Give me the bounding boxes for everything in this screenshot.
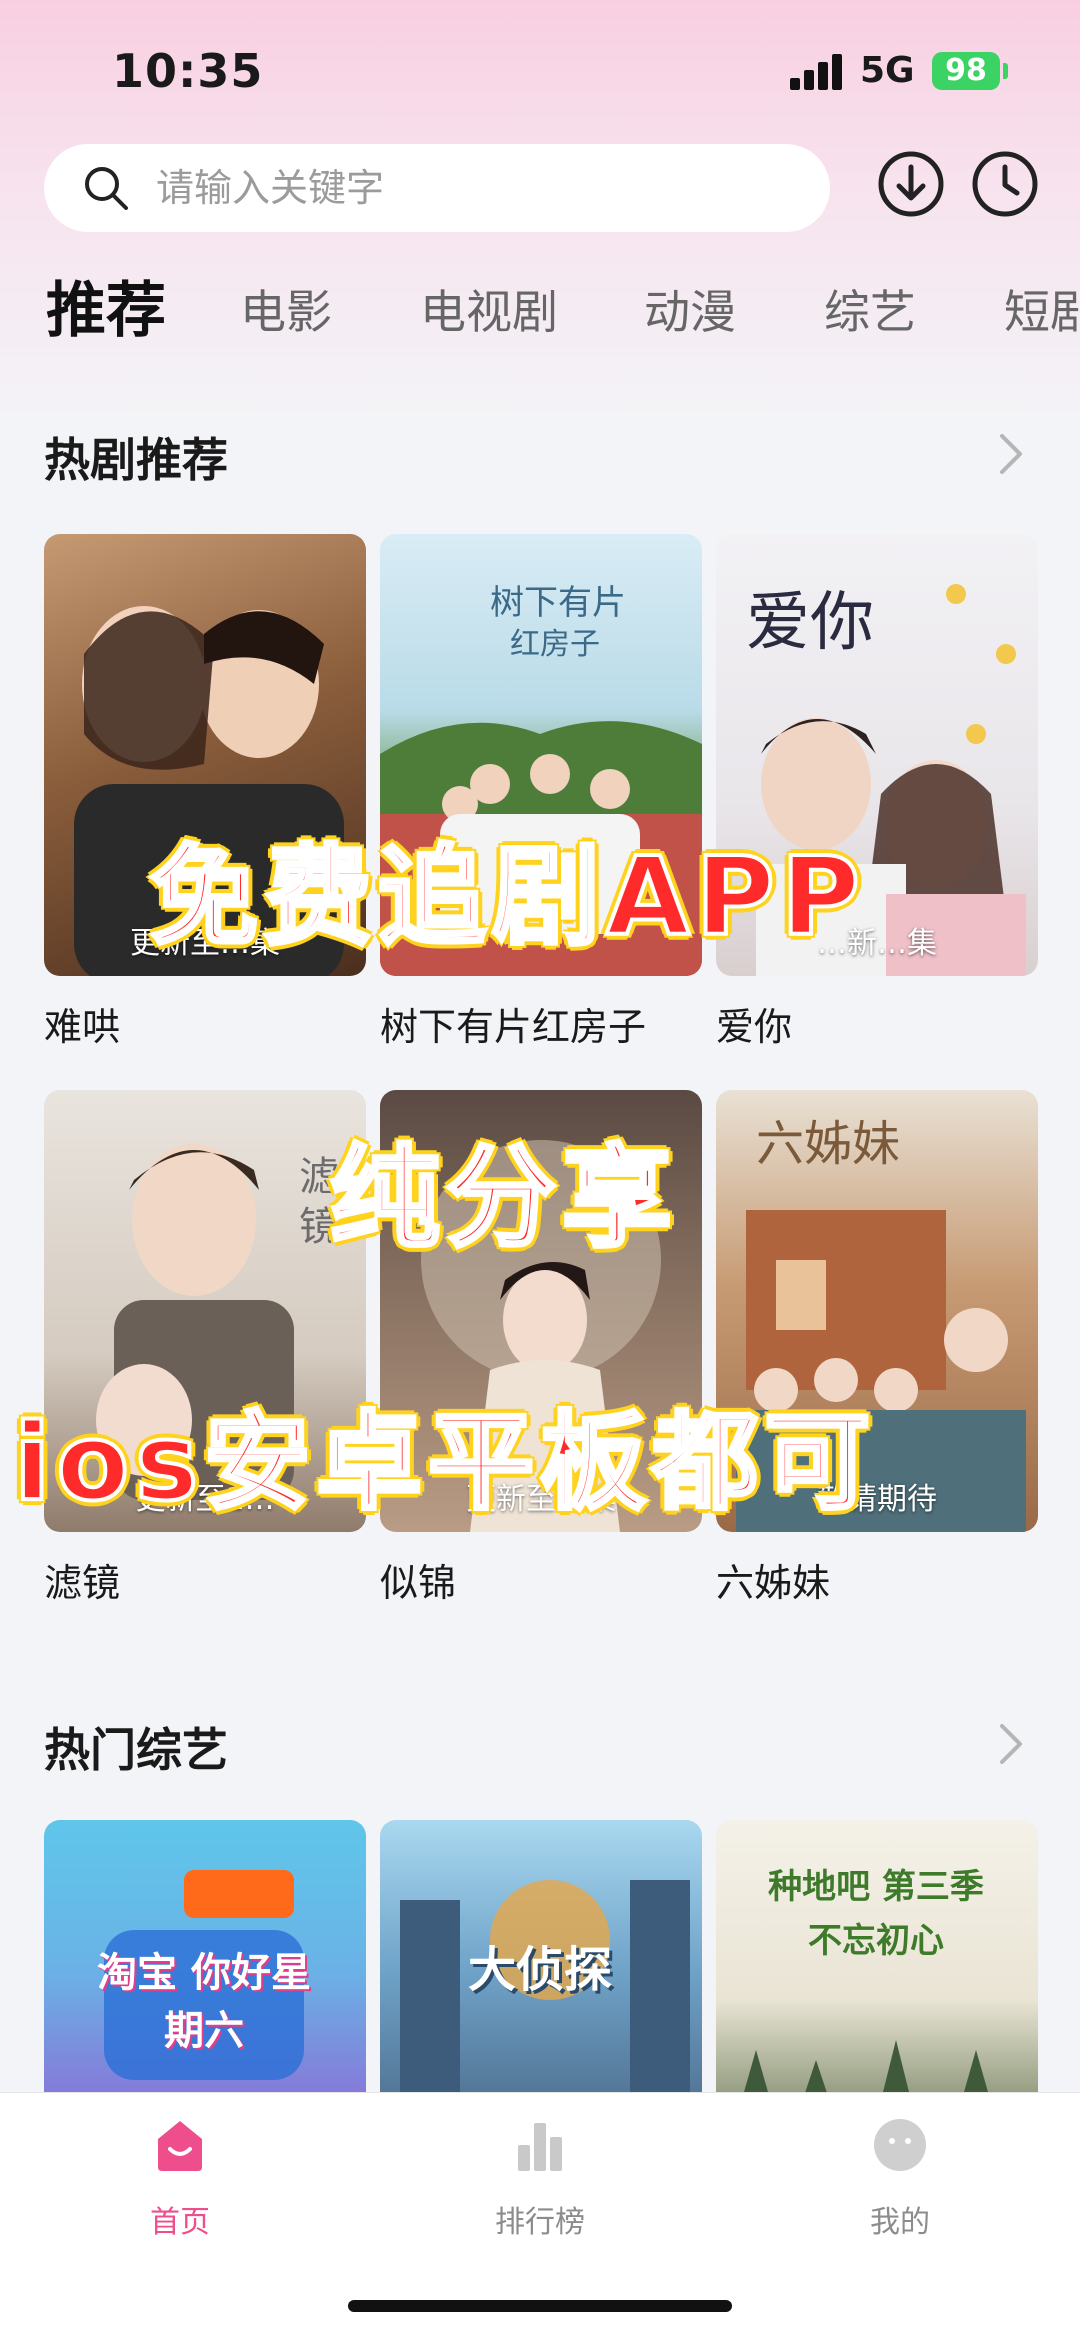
variety-poster[interactable]: 淘宝 你好星期六: [44, 1820, 366, 2120]
chevron-right-icon[interactable]: [996, 1722, 1026, 1766]
clock-icon[interactable]: [968, 147, 1042, 221]
svg-text:树下有片: 树下有片: [490, 583, 626, 623]
category-tabs: 推荐 电影 电视剧 动漫 综艺 短剧: [0, 262, 1080, 352]
chart-icon: [518, 2123, 562, 2171]
chevron-right-icon[interactable]: [996, 432, 1026, 476]
overlay-text: ios安卓平板都可: [12, 1399, 877, 1526]
section-title-hot-variety: 热门综艺: [44, 1723, 228, 1777]
tab-short-drama[interactable]: 短剧: [1004, 276, 1080, 342]
nav-item-ranking[interactable]: 排行榜: [450, 2115, 630, 2241]
search-icon: [85, 167, 128, 210]
network-type: 5G: [860, 50, 915, 91]
tab-tv-series[interactable]: 电视剧: [420, 276, 558, 342]
variety-poster[interactable]: 大侦探: [380, 1820, 702, 2120]
variety-poster-text: 种地吧 第三季 不忘初心: [768, 1867, 984, 1962]
poster-title[interactable]: 似锦: [380, 1552, 456, 1607]
nav-item-profile[interactable]: 我的: [810, 2115, 990, 2241]
poster-title[interactable]: 树下有片红房子: [380, 996, 646, 1051]
home-icon: [158, 2121, 202, 2171]
svg-text:红房子: 红房子: [510, 627, 600, 662]
tab-variety[interactable]: 综艺: [824, 276, 916, 342]
poster-title[interactable]: 滤镜: [44, 1552, 120, 1607]
status-time: 10:35: [112, 44, 264, 98]
nav-label: 首页: [150, 2205, 210, 2240]
poster-title[interactable]: 爱你: [716, 996, 792, 1051]
home-indicator[interactable]: [348, 2300, 732, 2312]
section-title-hot-dramas: 热剧推荐: [44, 433, 228, 487]
poster-title[interactable]: 难哄: [44, 996, 120, 1051]
battery-icon: 98: [932, 52, 1000, 90]
variety-poster-text: 淘宝 你好星期六: [97, 1950, 311, 2054]
tab-anime[interactable]: 动漫: [644, 276, 736, 342]
signal-icon: [790, 54, 846, 90]
battery-tip: [1003, 63, 1008, 79]
overlay-text: 纯分享: [328, 1132, 678, 1264]
status-bar: 10:35 5G 98: [0, 0, 1080, 140]
nav-item-home[interactable]: 首页: [90, 2115, 270, 2241]
nav-label: 我的: [870, 2205, 930, 2240]
search-placeholder: 请输入关键字: [156, 166, 385, 210]
svg-text:爱你: 爱你: [746, 586, 874, 660]
overlay-text: 免费追剧APP: [148, 833, 866, 962]
variety-poster[interactable]: 种地吧 第三季 不忘初心: [716, 1820, 1038, 2120]
download-icon[interactable]: [874, 147, 948, 221]
svg-text:六姊妹: 六姊妹: [756, 1116, 900, 1172]
variety-poster-text: 大侦探: [467, 1942, 612, 1998]
tab-movies[interactable]: 电影: [240, 276, 332, 342]
nav-label: 排行榜: [495, 2205, 585, 2240]
profile-icon: [874, 2119, 926, 2171]
poster-title[interactable]: 六姊妹: [716, 1552, 830, 1607]
tab-recommend[interactable]: 推荐: [46, 262, 166, 349]
search-input[interactable]: 请输入关键字: [44, 144, 830, 232]
